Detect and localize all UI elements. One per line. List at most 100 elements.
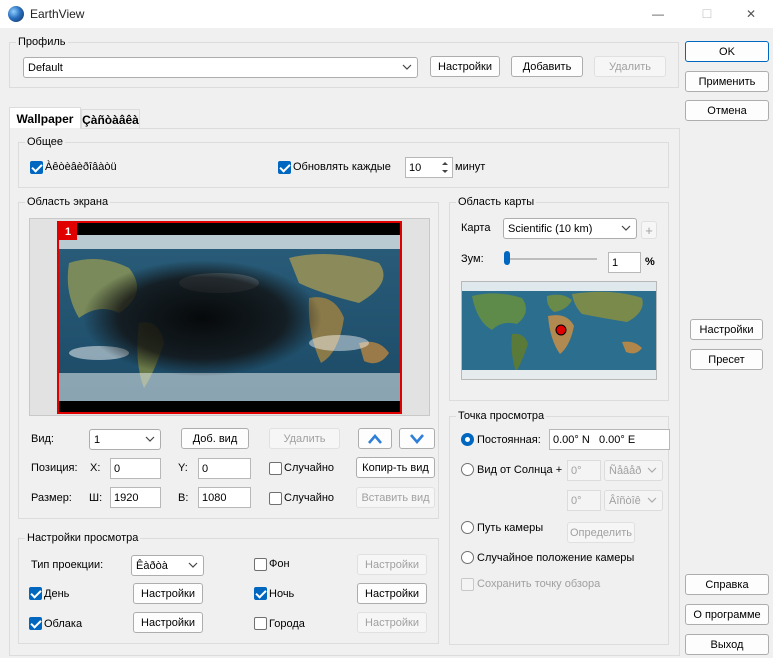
- cities-label: Города: [269, 618, 305, 630]
- monitor-number-badge: 1: [59, 223, 77, 240]
- map-select[interactable]: Scientific (10 km): [503, 218, 637, 239]
- view-select-value: 1: [94, 433, 101, 446]
- tab-wallpaper[interactable]: Wallpaper: [9, 107, 81, 129]
- profile-select[interactable]: Default: [23, 57, 418, 78]
- general-legend: Общее: [27, 136, 64, 148]
- clouds-label: Облака: [44, 618, 83, 630]
- map-area-legend: Область карты: [458, 196, 535, 208]
- night-settings-button[interactable]: Настройки: [357, 583, 427, 604]
- chevron-down-icon: [410, 433, 424, 444]
- zoom-label: Зум:: [461, 253, 484, 265]
- size-label: Размер:: [31, 492, 72, 504]
- camera-path-label: Путь камеры: [477, 522, 544, 534]
- background-label: Фон: [269, 558, 290, 570]
- display-settings-legend: Настройки просмотра: [27, 532, 139, 544]
- add-view-button[interactable]: Доб. вид: [181, 428, 249, 449]
- height-label: В:: [178, 492, 189, 504]
- profile-delete-button: Удалить: [594, 56, 666, 77]
- fixed-viewpoint-radio[interactable]: [461, 433, 474, 446]
- update-interval-spinner[interactable]: 10: [405, 157, 453, 178]
- chevron-up-icon: [368, 433, 382, 444]
- random-position-label: Случайно: [284, 462, 335, 474]
- map-preview[interactable]: [461, 281, 657, 380]
- cities-checkbox[interactable]: [254, 617, 267, 630]
- save-view-label: Сохранить точку обзора: [477, 578, 601, 590]
- sun-view-label: Вид от Солнца +: [477, 464, 563, 476]
- tab-joint: [10, 128, 80, 129]
- side-settings-button[interactable]: Настройки: [690, 319, 763, 340]
- cities-settings-button: Настройки: [357, 612, 427, 633]
- projection-select[interactable]: Êàðòà: [131, 555, 204, 576]
- view-select[interactable]: 1: [89, 429, 161, 450]
- clouds-settings-button[interactable]: Настройки: [133, 612, 203, 633]
- monitor-preview[interactable]: [57, 221, 402, 414]
- world-map-image: [462, 282, 656, 379]
- profile-select-value: Default: [28, 61, 63, 74]
- minimize-button[interactable]: —: [635, 0, 681, 28]
- day-checkbox[interactable]: [29, 587, 42, 600]
- preset-button[interactable]: Пресет: [690, 349, 763, 370]
- view-label: Вид:: [31, 433, 54, 445]
- autorun-checkbox[interactable]: [30, 161, 43, 174]
- map-add-button: +: [641, 221, 657, 239]
- chevron-down-icon: [402, 64, 412, 70]
- update-interval-value: 10: [409, 161, 422, 174]
- random-camera-label: Случайное положение камеры: [477, 552, 635, 564]
- chevron-down-icon: [145, 436, 155, 442]
- map-select-value: Scientific (10 km): [508, 222, 593, 235]
- ok-button[interactable]: OK: [685, 41, 769, 62]
- night-checkbox[interactable]: [254, 587, 267, 600]
- sun-lat-input: 0°: [567, 460, 601, 481]
- determine-button: Определить: [567, 522, 635, 543]
- profile-settings-button[interactable]: Настройки: [430, 56, 500, 77]
- copy-view-button[interactable]: Копир-ть вид: [356, 457, 435, 478]
- position-label: Позиция:: [31, 462, 78, 474]
- position-x-input[interactable]: 0: [110, 458, 161, 479]
- spinner-arrows-icon: [442, 162, 448, 173]
- random-size-label: Случайно: [284, 492, 335, 504]
- sun-lon-input: 0°: [567, 490, 601, 511]
- random-size-checkbox[interactable]: [269, 492, 282, 505]
- y-label: Y:: [178, 462, 188, 474]
- exit-button[interactable]: Выход: [685, 634, 769, 655]
- chevron-down-icon: [647, 467, 657, 473]
- move-view-down-button[interactable]: [399, 428, 435, 449]
- fixed-coordinates-input[interactable]: 0.00° N 0.00° E: [549, 429, 670, 450]
- size-height-input[interactable]: 1080: [198, 487, 251, 508]
- random-position-checkbox[interactable]: [269, 462, 282, 475]
- window-title: EarthView: [30, 7, 85, 21]
- clouds-checkbox[interactable]: [29, 617, 42, 630]
- viewpoint-legend: Точка просмотра: [458, 410, 545, 422]
- day-label: День: [44, 588, 70, 600]
- zoom-slider-thumb[interactable]: [504, 251, 510, 265]
- help-button[interactable]: Справка: [685, 574, 769, 595]
- close-button[interactable]: ✕: [728, 0, 773, 28]
- save-view-checkbox: [461, 578, 474, 591]
- sun-lat-select-value: Ñåâåð: [609, 464, 642, 477]
- chevron-down-icon: [621, 225, 631, 231]
- profile-add-button[interactable]: Добавить: [511, 56, 583, 77]
- zoom-input[interactable]: 1: [608, 252, 641, 273]
- sun-lat-select: Ñåâåð: [604, 460, 663, 481]
- zoom-slider-track[interactable]: [505, 258, 597, 260]
- maximize-button: ☐: [701, 7, 713, 21]
- cancel-button[interactable]: Отмена: [685, 100, 769, 121]
- size-width-input[interactable]: 1920: [110, 487, 161, 508]
- move-view-up-button[interactable]: [358, 428, 392, 449]
- delete-view-button: Удалить: [269, 428, 340, 449]
- paste-view-button: Вставить вид: [356, 487, 435, 508]
- update-checkbox[interactable]: [278, 161, 291, 174]
- width-label: Ш:: [89, 492, 103, 504]
- apply-button[interactable]: Применить: [685, 71, 769, 92]
- background-checkbox[interactable]: [254, 558, 267, 571]
- sun-lon-select: Âîñòîê: [604, 490, 663, 511]
- tab-screensaver[interactable]: Çàñòàâêà: [81, 109, 140, 129]
- camera-path-radio[interactable]: [461, 521, 474, 534]
- sun-view-radio[interactable]: [461, 463, 474, 476]
- about-button[interactable]: О программе: [685, 604, 769, 625]
- day-settings-button[interactable]: Настройки: [133, 583, 203, 604]
- autorun-label: Àêòèâèðîâàòü: [45, 161, 117, 173]
- map-location-marker: [555, 324, 567, 336]
- random-camera-radio[interactable]: [461, 551, 474, 564]
- position-y-input[interactable]: 0: [198, 458, 251, 479]
